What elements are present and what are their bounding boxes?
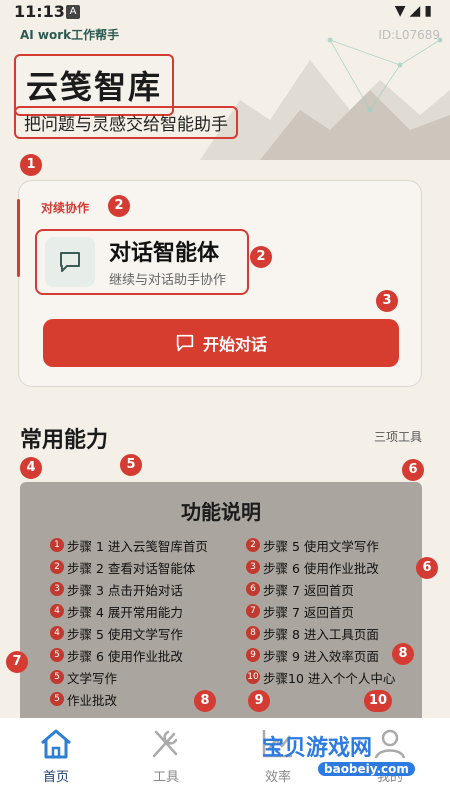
- annotation-badge: 3: [376, 290, 398, 312]
- capabilities-count[interactable]: 三项工具: [374, 428, 422, 445]
- user-icon: [374, 729, 406, 759]
- step-text: 步骤 1 进入云笺智库首页: [67, 538, 208, 554]
- step-text: 步骤 5 使用文学写作: [263, 538, 379, 554]
- wifi-icon: ▼: [394, 3, 410, 19]
- agent-description: 继续与对话助手协作: [109, 273, 227, 288]
- step-number: 3: [50, 582, 64, 596]
- step-number: 2: [246, 538, 260, 552]
- annotation-badge: 6: [402, 459, 424, 481]
- chat-icon: [176, 334, 194, 352]
- step-number: 5: [50, 692, 64, 706]
- step-number: 3: [246, 560, 260, 574]
- site-watermark-url: baobeiy.com: [318, 762, 415, 776]
- step-item: 3 步骤 3 点击开始对话: [50, 578, 208, 600]
- step-item: 6 步骤 7 返回首页: [246, 578, 395, 600]
- overlay-title: 功能说明: [181, 500, 261, 524]
- steps-left: 1 步骤 1 进入云笺智库首页 2 步骤 2 查看对话智能体 3 步骤 3 点击开始对…: [50, 534, 208, 710]
- step-number: 7: [246, 604, 260, 618]
- instructions-overlay: 功能说明 1 步骤 1 进入云笺智库首页 2 步骤 2 查看对话智能体 3 步骤 3 …: [20, 482, 422, 722]
- step-text: 步骤 9 进入效率页面: [263, 648, 379, 664]
- nav-item-tools[interactable]: 工具: [110, 718, 222, 800]
- chat-bubble-icon: [45, 237, 95, 287]
- annotation-badge: 10: [364, 690, 392, 712]
- step-text: 步骤 3 点击开始对话: [67, 582, 183, 598]
- user-id: ID:L07689: [378, 28, 440, 42]
- step-number: 4: [50, 604, 64, 618]
- step-number: 2: [50, 560, 64, 574]
- section-label: 对续协作: [41, 201, 90, 215]
- site-watermark: 宝贝游戏网: [262, 736, 373, 761]
- step-item: 2 步骤 5 使用文学写作: [246, 534, 395, 556]
- step-number: 1: [50, 538, 64, 552]
- step-text: 步骤10 进入个个人中心: [263, 670, 396, 686]
- notification-app-icon: A: [66, 5, 80, 19]
- step-item: 8 步骤 8 进入工具页面: [246, 622, 395, 644]
- start-chat-button[interactable]: 开始对话: [43, 319, 399, 367]
- capabilities-title: 常用能力: [20, 428, 109, 453]
- annotation-badge: 1: [20, 154, 42, 176]
- annotation-badge: 2: [108, 195, 130, 217]
- nav-label: 工具: [152, 770, 179, 785]
- continue-collab-card: 对续协作 对话智能体 继续与对话助手协作 开始对话: [17, 180, 422, 387]
- step-item: 4 步骤 5 使用文学写作: [50, 622, 208, 644]
- annotation-badge: 4: [20, 457, 42, 479]
- status-icons: ▼◢▮: [395, 3, 436, 19]
- annotation-badge: 2: [250, 246, 272, 268]
- step-item: 7 步骤 7 返回首页: [246, 600, 395, 622]
- step-item: 5 步骤 6 使用作业批改: [50, 644, 208, 666]
- step-number: 9: [246, 648, 260, 662]
- annotation-badge: 5: [120, 454, 142, 476]
- card-accent-bar: [17, 199, 20, 277]
- step-text: 步骤 4 展开常用能力: [67, 604, 183, 620]
- step-number: 6: [246, 582, 260, 596]
- nav-item-home[interactable]: 首页: [0, 718, 112, 800]
- agent-entry[interactable]: 对话智能体 继续与对话助手协作: [35, 229, 249, 295]
- step-number: 5: [50, 670, 64, 684]
- signal-icon: ◢: [409, 3, 425, 19]
- battery-icon: ▮: [424, 3, 436, 19]
- step-text: 步骤 6 使用作业批改: [263, 560, 379, 576]
- step-item: 2 步骤 2 查看对话智能体: [50, 556, 208, 578]
- step-text: 作业批改: [67, 692, 118, 708]
- step-item: 4 步骤 4 展开常用能力: [50, 600, 208, 622]
- step-number: 4: [50, 626, 64, 640]
- brand-subtitle: AI work工作帮手: [20, 28, 120, 42]
- step-item: 9 步骤 9 进入效率页面: [246, 644, 395, 666]
- step-item: 3 步骤 6 使用作业批改: [246, 556, 395, 578]
- step-number: 8: [246, 626, 260, 640]
- steps-right: 2 步骤 5 使用文学写作 3 步骤 6 使用作业批改 6 步骤 7 返回首页 7 步骤…: [246, 534, 395, 688]
- step-text: 步骤 5 使用文学写作: [67, 626, 183, 642]
- step-text: 步骤 8 进入工具页面: [263, 626, 379, 642]
- step-text: 步骤 7 返回首页: [263, 582, 354, 598]
- step-text: 步骤 2 查看对话智能体: [67, 560, 196, 576]
- start-chat-label: 开始对话: [202, 335, 267, 354]
- page-tagline: 把问题与灵感交给智能助手: [14, 106, 238, 139]
- step-text: 步骤 7 返回首页: [263, 604, 354, 620]
- status-time: 11:13: [14, 2, 65, 21]
- step-item: 5 文学写作: [50, 666, 208, 688]
- tools-icon: [152, 730, 178, 758]
- annotation-badge: 7: [6, 651, 28, 673]
- annotation-badge: 6: [416, 557, 438, 579]
- step-text: 步骤 6 使用作业批改: [67, 648, 183, 664]
- agent-name: 对话智能体: [109, 241, 220, 266]
- home-icon: [41, 729, 71, 759]
- step-item: 1 步骤 1 进入云笺智库首页: [50, 534, 208, 556]
- nav-label: 首页: [42, 770, 69, 785]
- step-item: 10 步骤10 进入个个人中心: [246, 666, 395, 688]
- annotation-badge: 8: [194, 690, 216, 712]
- step-number: 10: [246, 670, 260, 684]
- annotation-badge: 8: [392, 643, 414, 665]
- step-item: 5 作业批改: [50, 688, 208, 710]
- bottom-nav: 首页 工具 效率 我的: [0, 718, 450, 800]
- annotation-badge: 9: [248, 690, 270, 712]
- step-number: 5: [50, 648, 64, 662]
- step-text: 文学写作: [67, 670, 118, 686]
